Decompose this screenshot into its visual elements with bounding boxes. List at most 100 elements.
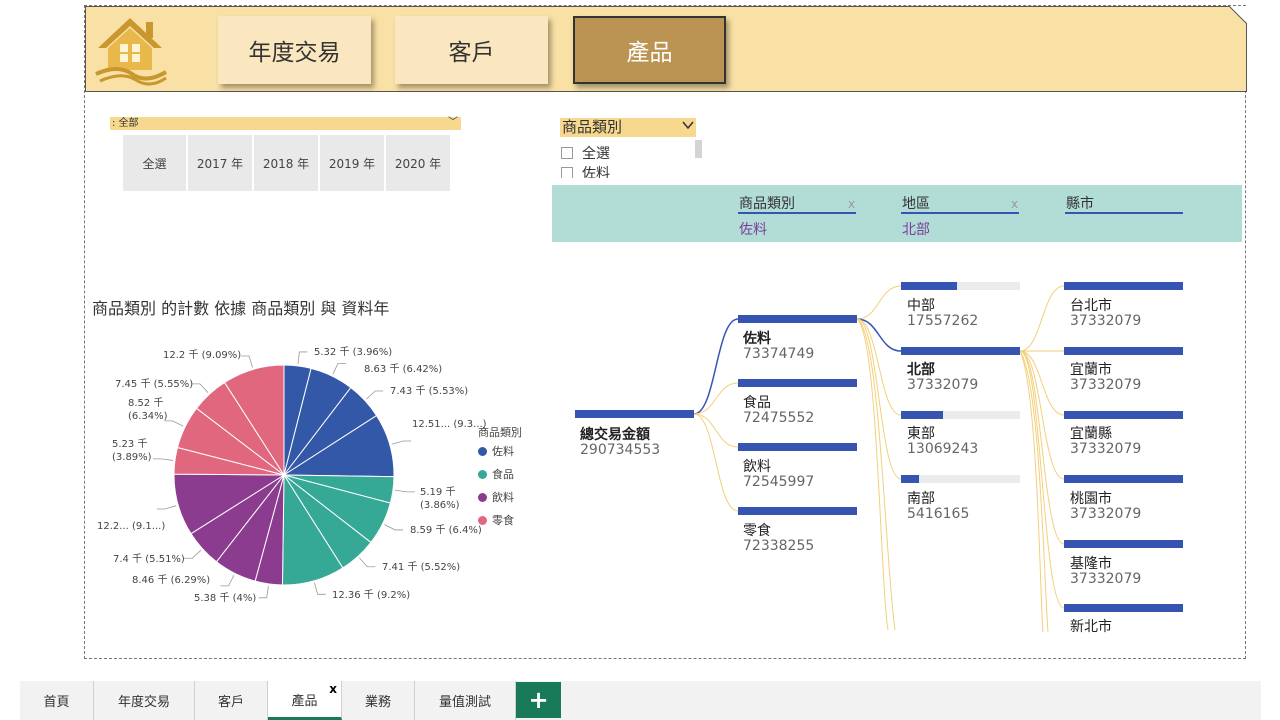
tree-node-value: 37332079	[1070, 571, 1142, 587]
category-slicer-scrollbar[interactable]	[695, 140, 702, 158]
tree-node-value: 37332079	[1070, 377, 1142, 393]
nav-button-products[interactable]: 產品	[573, 16, 726, 84]
filter-value-region: 北部	[902, 222, 930, 238]
tree-node-name: 新北市	[1070, 619, 1112, 635]
tree-node-value: 72338255	[743, 538, 815, 554]
checkbox[interactable]	[561, 147, 573, 159]
tree-node-bar-new-taipei[interactable]	[1064, 604, 1183, 612]
tab-label: 產品	[291, 693, 318, 709]
legend-item-snacks[interactable]: 零食	[478, 512, 514, 528]
tree-node-name: 飲料	[743, 459, 771, 475]
tree-node-bar-taoyuan[interactable]	[1064, 475, 1183, 483]
filter-clear-icon[interactable]: x	[848, 197, 855, 211]
tree-bar-fill	[901, 347, 1020, 355]
tab-home[interactable]: 首頁	[20, 681, 94, 720]
year-tile-all[interactable]: 全選	[123, 135, 186, 191]
tree-node-bar-keelung[interactable]	[1064, 540, 1183, 548]
tree-node-bar-snacks[interactable]	[738, 507, 857, 515]
legend-label: 零食	[492, 514, 514, 527]
tab-annual-transactions[interactable]: 年度交易	[94, 681, 195, 720]
tree-node-bar-north[interactable]	[901, 347, 1020, 355]
pie-data-label: 5.19 千 (3.86%)	[420, 487, 460, 511]
tree-node-value: 17557262	[907, 313, 979, 329]
tree-bar-fill	[1064, 347, 1183, 355]
tree-node-name: 台北市	[1070, 298, 1112, 314]
tree-node-bar-food[interactable]	[738, 379, 857, 387]
category-slicer-title: 商品類別	[562, 118, 623, 136]
legend-item-beverages[interactable]: 飲料	[478, 489, 514, 505]
legend-item-condiments[interactable]: 佐料	[478, 443, 514, 459]
category-option-all[interactable]: 全選	[561, 143, 610, 163]
year-slicer-selected: : 全部	[112, 118, 139, 129]
tree-node-bar-east[interactable]	[901, 411, 1020, 419]
category-slicer-header[interactable]: 商品類別	[560, 118, 696, 137]
pie-data-label: 7.43 千 (5.53%)	[390, 386, 469, 397]
pie-data-label: 8.52 千 (6.34%)	[128, 398, 168, 422]
tree-node-bar-condiments[interactable]	[738, 315, 857, 323]
pie-data-label: 8.46 千 (6.29%)	[132, 575, 211, 586]
filter-underline	[901, 212, 1019, 214]
pie-data-label: 12.51... (9.3...)	[412, 419, 487, 430]
close-icon[interactable]: x	[329, 683, 337, 695]
nav-button-customers[interactable]: 客戶	[395, 16, 548, 84]
filter-underline	[1065, 212, 1183, 214]
tree-root-value: 290734553	[580, 442, 661, 458]
checkbox[interactable]	[561, 167, 573, 178]
filter-underline	[738, 212, 856, 214]
tree-root-bar[interactable]	[575, 410, 694, 418]
tab-customers[interactable]: 客戶	[195, 681, 268, 720]
tree-node-bar-central[interactable]	[901, 282, 1020, 290]
legend-swatch	[478, 469, 487, 479]
tree-bar-fill	[738, 443, 857, 451]
tree-bar-fill	[901, 475, 919, 483]
year-tile-2019[interactable]: 2019 年	[320, 135, 384, 191]
tab-sales[interactable]: 業務	[342, 681, 415, 720]
year-slicer-dropdown[interactable]: : 全部 ﹀	[110, 117, 461, 130]
filter-label-region: 地區	[902, 196, 930, 212]
year-tile-2017[interactable]: 2017 年	[188, 135, 252, 191]
tree-node-bar-south[interactable]	[901, 475, 1020, 483]
category-option-label: 佐料	[582, 166, 610, 178]
pie-data-label: 5.38 千 (4%)	[194, 593, 257, 604]
tree-bar-fill	[1064, 604, 1183, 612]
chevron-down-icon	[682, 121, 694, 130]
add-page-button[interactable]: +	[516, 682, 561, 718]
tree-root-name: 總交易金額	[580, 427, 650, 443]
tree-node-name: 基隆市	[1070, 556, 1112, 572]
tree-node-name: 佐料	[743, 331, 771, 347]
nav-button-annual-transactions[interactable]: 年度交易	[218, 16, 371, 84]
category-option-label: 全選	[582, 146, 610, 162]
filter-value-category: 佐料	[739, 222, 767, 238]
tree-node-bar-yilan-county[interactable]	[1064, 411, 1183, 419]
filter-clear-icon[interactable]: x	[1011, 197, 1018, 211]
tab-measure-test[interactable]: 量值測試	[415, 681, 516, 720]
tree-node-value: 37332079	[1070, 313, 1142, 329]
category-slicer-list: 全選 佐料	[558, 138, 698, 178]
year-tile-2020[interactable]: 2020 年	[386, 135, 450, 191]
pie-data-label: 12.2 千 (9.09%)	[163, 350, 242, 361]
tree-bar-fill	[1064, 282, 1183, 290]
tree-bar-fill	[738, 379, 857, 387]
tree-node-name: 中部	[907, 298, 935, 314]
house-logo-icon	[95, 18, 168, 86]
tree-node-name: 南部	[907, 491, 935, 507]
tree-node-bar-taipei[interactable]	[1064, 282, 1183, 290]
filter-label-city: 縣市	[1066, 196, 1094, 212]
legend-swatch	[478, 515, 487, 525]
tree-node-bar-yilan-city[interactable]	[1064, 347, 1183, 355]
tree-bar-fill	[738, 507, 857, 515]
pie-data-label: 12.36 千 (9.2%)	[332, 590, 411, 601]
legend-label: 食品	[492, 468, 514, 481]
tree-node-bar-beverages[interactable]	[738, 443, 857, 451]
legend-item-food[interactable]: 食品	[478, 466, 514, 482]
year-tile-2018[interactable]: 2018 年	[254, 135, 318, 191]
tab-products[interactable]: 產品 x	[268, 681, 342, 720]
tree-bar-fill	[1064, 411, 1183, 419]
filter-label-category: 商品類別	[739, 196, 795, 212]
chevron-down-icon: ﹀	[448, 117, 458, 128]
tree-bar-fill	[1064, 540, 1183, 548]
category-option-condiments[interactable]: 佐料	[561, 163, 610, 178]
legend-label: 飲料	[492, 491, 514, 504]
legend-swatch	[478, 492, 487, 502]
tree-bar-fill	[901, 282, 957, 290]
